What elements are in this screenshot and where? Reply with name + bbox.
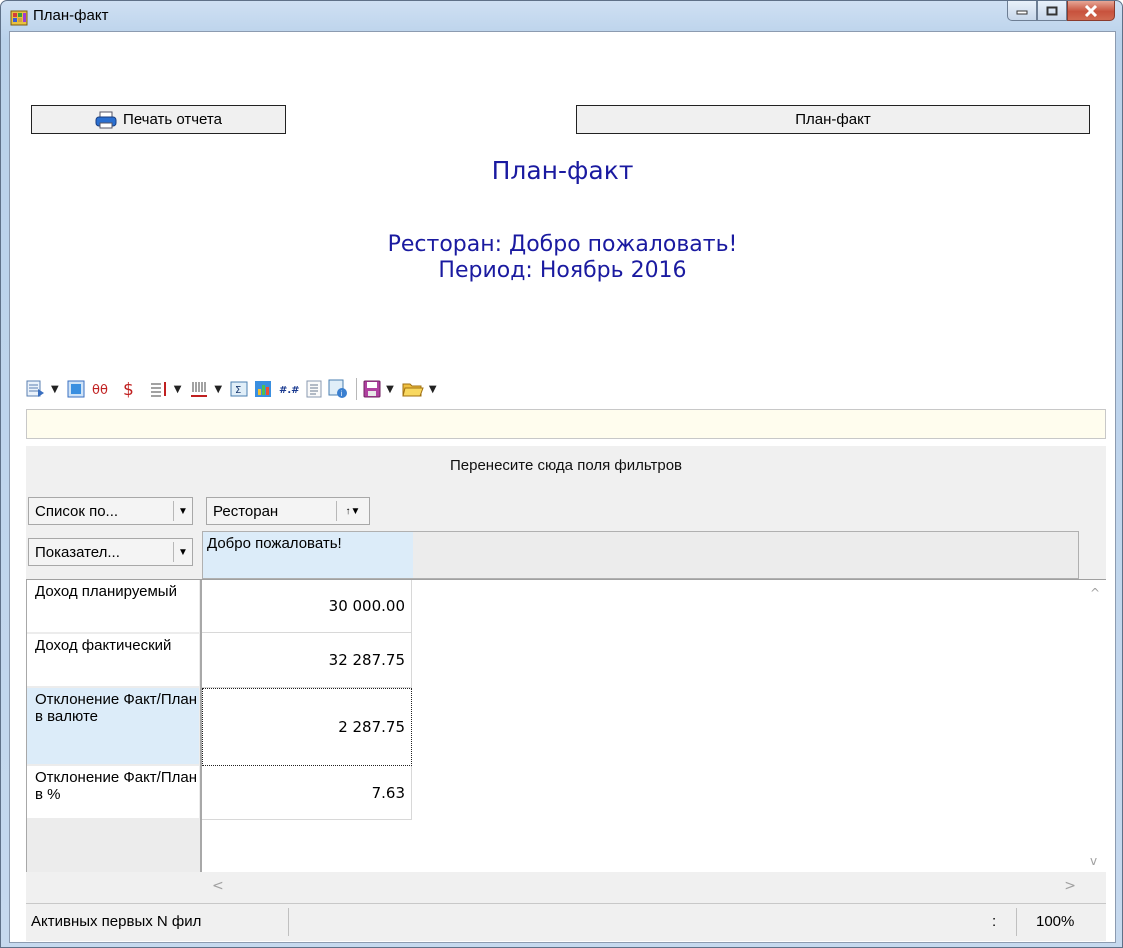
restaurant-field-label: Ресторан — [213, 502, 279, 520]
scroll-down-icon[interactable]: v — [1090, 854, 1097, 868]
save-icon — [363, 380, 381, 398]
row-header[interactable]: Доход фактический — [27, 634, 199, 686]
maximize-button[interactable] — [1037, 1, 1067, 21]
status-indicator: : — [992, 913, 997, 930]
maximize-icon — [1046, 6, 1058, 15]
chart-icon — [255, 381, 272, 397]
app-window: План-факт Печать отчета План-факт План-ф… — [0, 0, 1123, 948]
text-format-icon — [306, 380, 322, 398]
layout-icon — [67, 380, 85, 398]
scroll-right-icon[interactable]: > — [1064, 878, 1076, 894]
sort-columns-button[interactable]: ▼ — [189, 380, 224, 398]
number-format-button[interactable]: #.# — [278, 380, 300, 398]
chevron-down-icon[interactable]: ▼ — [386, 384, 394, 395]
status-divider — [288, 908, 289, 936]
svg-text:$: $ — [123, 380, 134, 399]
report-subtitle: Ресторан: Добро пожаловать! Период: Нояб… — [10, 232, 1115, 284]
field-list-icon — [26, 380, 44, 397]
zoom-level[interactable]: 100% — [1036, 913, 1074, 930]
close-button[interactable] — [1067, 1, 1115, 21]
data-cell-selected[interactable]: 2 287.75 — [202, 688, 412, 766]
open-icon — [402, 383, 424, 397]
restaurant-line: Ресторан: Добро пожаловать! — [387, 232, 738, 257]
chevron-down-icon[interactable]: ▼ — [173, 542, 192, 562]
close-icon — [1084, 4, 1098, 17]
currency-button[interactable]: $ — [121, 379, 137, 399]
pivot-toolbar: ▼ θθ $ ▼ ▼ Σ #.# i ▼ ▼ — [26, 376, 445, 402]
svg-text:θθ: θθ — [92, 383, 108, 398]
horizontal-scrollbar[interactable]: < > — [26, 872, 1106, 904]
hide-zeros-button[interactable]: θθ — [91, 380, 115, 398]
chevron-down-icon[interactable]: ▼ — [214, 384, 222, 395]
scroll-left-icon[interactable]: < — [212, 878, 224, 894]
column-header-restaurant[interactable]: Добро пожаловать! — [203, 532, 413, 578]
data-area: Доход планируемый Доход фактический Откл… — [26, 579, 1106, 904]
pivot-grid: Перенесите сюда поля фильтров Список по.… — [26, 446, 1106, 941]
sort-filter-icon[interactable]: ↑▼ — [336, 501, 369, 521]
info-bar — [26, 409, 1106, 439]
column-header-area: Добро пожаловать! — [202, 531, 1079, 579]
data-cell[interactable]: 30 000.00 — [202, 580, 412, 633]
plan-fact-button-label: План-факт — [795, 111, 871, 128]
chevron-down-icon[interactable]: ▼ — [429, 384, 437, 395]
row-header[interactable]: Доход планируемый — [27, 580, 199, 632]
info-icon: i — [328, 379, 348, 398]
printer-icon — [95, 111, 117, 128]
status-bar: Активных первых N фил : 100% — [26, 903, 1106, 941]
measures-field[interactable]: Показател... ▼ — [28, 538, 193, 566]
client-area: Печать отчета План-факт План-факт Рестор… — [9, 31, 1116, 943]
totals-button[interactable]: Σ — [230, 380, 248, 398]
currency-icon: $ — [123, 380, 134, 399]
data-cell[interactable]: 7.63 — [202, 766, 412, 820]
layout-button[interactable] — [67, 380, 85, 398]
chevron-down-icon[interactable]: ▼ — [173, 501, 192, 521]
sort-rows-icon — [150, 382, 166, 397]
chevron-down-icon[interactable]: ▼ — [51, 384, 59, 395]
scroll-up-icon[interactable]: ^ — [1090, 586, 1100, 600]
minimize-button[interactable] — [1007, 1, 1037, 21]
svg-text:i: i — [341, 390, 343, 398]
window-title: План-факт — [33, 7, 109, 24]
row-header[interactable]: Отклонение Факт/План в валюте — [27, 688, 199, 764]
period-line: Период: Ноябрь 2016 — [438, 258, 687, 283]
row-header[interactable]: Отклонение Факт/План в % — [27, 766, 199, 818]
number-format-icon: #.# — [279, 385, 300, 396]
svg-text:#.#: #.# — [279, 385, 300, 396]
print-report-button[interactable]: Печать отчета — [31, 105, 286, 134]
fields-list-field[interactable]: Список по... ▼ — [28, 497, 193, 525]
vertical-scrollbar[interactable]: ^ v — [1084, 580, 1106, 872]
field-list-button[interactable]: ▼ — [26, 380, 61, 398]
measures-field-label: Показател... — [35, 543, 120, 561]
title-bar[interactable]: План-факт — [1, 1, 1122, 31]
hide-zeros-icon: θθ — [92, 383, 108, 398]
row-header-column: Доход планируемый Доход фактический Откл… — [26, 580, 202, 873]
report-title: План-факт — [491, 156, 634, 185]
save-button[interactable]: ▼ — [363, 380, 396, 398]
status-divider — [1016, 908, 1017, 936]
filter-drop-area[interactable]: Перенесите сюда поля фильтров — [26, 457, 1106, 474]
app-icon — [10, 10, 28, 26]
chart-button[interactable] — [254, 380, 272, 398]
minimize-icon — [1016, 10, 1028, 14]
open-button[interactable]: ▼ — [402, 380, 439, 398]
text-format-button[interactable] — [306, 380, 322, 398]
info-button[interactable]: i — [328, 379, 348, 399]
chevron-down-icon[interactable]: ▼ — [174, 384, 182, 395]
fields-list-label: Список по... — [35, 502, 119, 520]
sort-columns-icon — [191, 382, 208, 397]
plan-fact-button[interactable]: План-факт — [576, 105, 1090, 134]
sort-rows-button[interactable]: ▼ — [149, 380, 184, 398]
totals-icon: Σ — [230, 381, 248, 397]
data-cell[interactable]: 32 287.75 — [202, 633, 412, 688]
print-report-label: Печать отчета — [123, 111, 222, 128]
status-filter-text: Активных первых N фил — [31, 913, 202, 930]
restaurant-column-field[interactable]: Ресторан ↑▼ — [206, 497, 370, 525]
toolbar-separator — [356, 378, 358, 400]
svg-text:Σ: Σ — [235, 385, 241, 396]
